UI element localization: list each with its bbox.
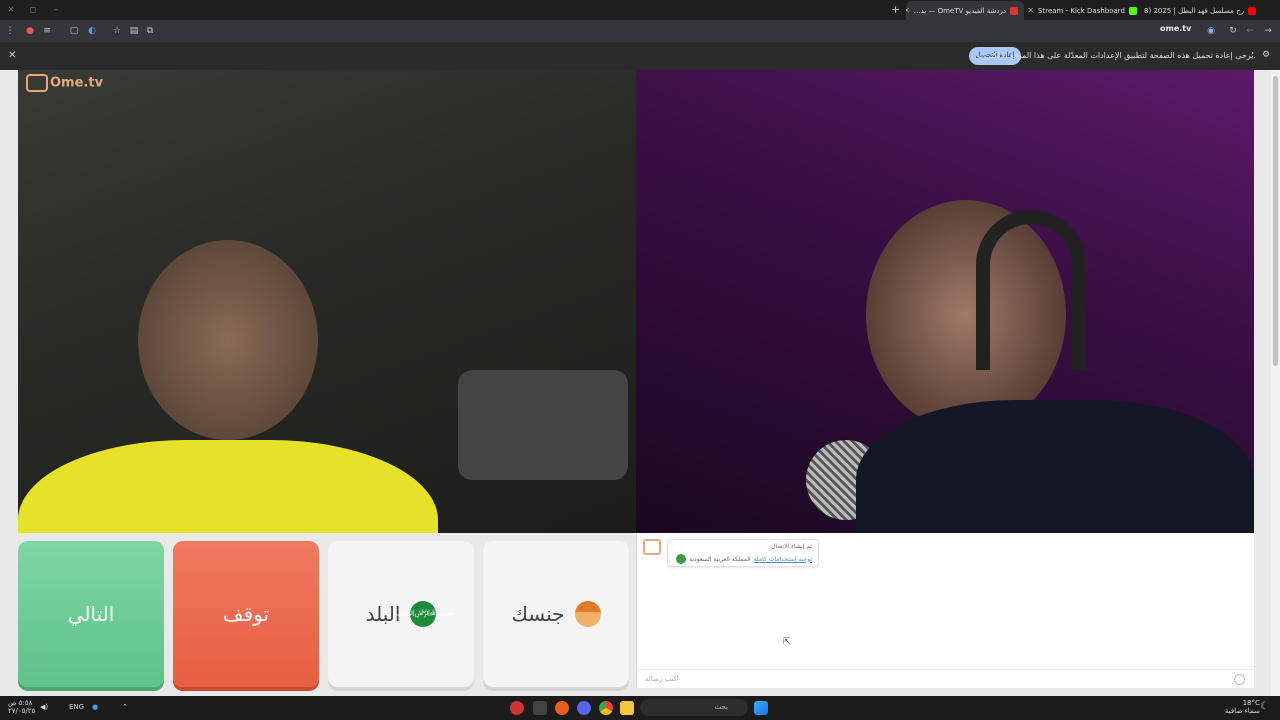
tab-youtube[interactable]: رج مسلسل فهد البطل | 2025 (8) [1144, 1, 1262, 20]
windows-taskbar: ٥:٥٨ ص ٢٧/٠٥/٢٥ ◀) ENG ● ⌃ بحث 18°C سماء ص… [0, 696, 1280, 720]
language-indicator[interactable]: ENG [69, 703, 84, 711]
close-tab-icon[interactable]: ✕ [1027, 6, 1034, 15]
yellow-shirt [18, 440, 438, 533]
guidelines-link[interactable]: توجيه استخدامات كاملة [754, 556, 812, 563]
mouse-cursor-icon: ⇱ [783, 637, 791, 647]
next-button[interactable]: التالي [18, 541, 164, 687]
extension-icon[interactable]: ≡ [41, 25, 53, 37]
weather-widget[interactable]: 18°C سماء صافية [1225, 699, 1260, 715]
extension-icon[interactable]: ◐ [86, 25, 98, 37]
headphones [976, 210, 1086, 370]
tab-label: Stream - Kick Dashboard [1038, 6, 1125, 15]
new-tab-button[interactable]: + [891, 3, 900, 16]
stranger-country: المملكة العربية السعودية [689, 555, 751, 563]
close-infobar-icon[interactable]: ✕ [8, 50, 16, 61]
mail-favicon-icon [1010, 6, 1018, 15]
infobar-message: يُرجى إعادة تحميل هذه الصفحة لتطبيق الإع… [974, 51, 1256, 60]
dark-shirt [856, 400, 1254, 533]
browser-tab-bar: ✕ ◻ – + Stream - Kick Dashboard ✕ دردشة … [0, 0, 1280, 20]
settings-gear-icon: ⚙ [1262, 50, 1271, 60]
tab-ometv[interactable]: دردشة الفيديو OmeTV — بد... ✕ [906, 1, 1024, 20]
minimize-window-icon[interactable]: – [50, 4, 62, 16]
extension-icon[interactable]: ● [24, 25, 36, 37]
close-window-icon[interactable]: ✕ [5, 4, 17, 16]
country-flag-icon [676, 554, 687, 564]
chat-input[interactable]: اكتب رسالة [637, 669, 1255, 688]
install-app-icon[interactable]: ⧉ [144, 25, 156, 37]
forward-icon[interactable]: ← [1244, 25, 1256, 37]
obs-app-icon[interactable] [510, 701, 524, 715]
restore-window-icon[interactable]: ◻ [27, 4, 39, 16]
microphone [458, 370, 628, 480]
taskbar-search[interactable]: بحث [640, 699, 748, 716]
address-bar-url[interactable]: ome.tv [1160, 24, 1191, 33]
reload-icon[interactable]: ↻ [1227, 25, 1239, 37]
stop-button[interactable]: توقف [173, 541, 319, 687]
firefox-app-icon[interactable] [555, 701, 569, 715]
app-icon[interactable] [533, 701, 547, 715]
tab-label: رج مسلسل فهد البطل | 2025 (8) [1144, 6, 1244, 15]
site-settings-icon[interactable]: ◉ [1205, 25, 1217, 37]
country-button[interactable]: البلد ﷽ [328, 541, 474, 687]
discord-app-icon[interactable] [577, 701, 591, 715]
chat-input-placeholder: اكتب رسالة [645, 675, 679, 683]
chrome-app-icon[interactable] [599, 701, 613, 715]
gender-button[interactable]: جنسك [483, 541, 629, 687]
boy-avatar-icon [574, 601, 601, 627]
browser-toolbar: ⋮ ● ≡ ▢ ◐ ☆ ▤ ⧉ ome.tv ◉ ↻ ← → [0, 20, 1280, 42]
moon-weather-icon: ☾ [1260, 701, 1269, 712]
ometv-page: Ome.tv التالي توقف البلد ﷽ جنسك تم إنشاء… [0, 70, 1280, 696]
tab-label: دردشة الفيديو OmeTV — بد... [913, 6, 1006, 15]
tray-overflow-icon[interactable]: ⌃ [122, 703, 128, 711]
mic-icon[interactable]: ● [92, 703, 98, 711]
reading-list-icon[interactable]: ▤ [128, 25, 140, 37]
stranger-video [636, 70, 1254, 533]
notice-text: تم إنشاء الاتصال [771, 543, 812, 550]
reload-infobar: ✕ إعادة التحميل يُرجى إعادة تحميل هذه ال… [0, 42, 1280, 70]
windows-start-icon[interactable] [754, 701, 768, 715]
gender-label: جنسك [511, 602, 565, 626]
scrollbar-thumb[interactable] [1273, 76, 1278, 366]
youtube-favicon-icon [1248, 6, 1256, 15]
ometv-small-logo-icon [643, 539, 661, 555]
tab-kick-dashboard[interactable]: Stream - Kick Dashboard ✕ [1025, 1, 1143, 20]
ometv-logo[interactable]: Ome.tv [26, 74, 103, 92]
bookmark-star-icon[interactable]: ☆ [111, 25, 123, 37]
back-icon[interactable]: → [1262, 25, 1274, 37]
saudi-flag-icon: ﷽ [393, 601, 454, 627]
stop-label: توقف [222, 602, 270, 626]
page-scrollbar[interactable] [1271, 70, 1280, 696]
local-video: Ome.tv [18, 70, 636, 533]
menu-icon[interactable]: ⋮ [4, 25, 16, 37]
chat-panel: تم إنشاء الاتصال توجيه استخدامات كاملة ا… [636, 533, 1255, 688]
volume-icon[interactable]: ◀) [40, 703, 48, 711]
kick-favicon-icon [1129, 6, 1137, 15]
connection-notice: تم إنشاء الاتصال توجيه استخدامات كاملة ا… [667, 539, 819, 567]
clock[interactable]: ٥:٥٨ ص ٢٧/٠٥/٢٥ [8, 699, 35, 715]
puzzle-icon[interactable]: ▢ [68, 25, 80, 37]
emoji-icon[interactable] [1234, 674, 1245, 685]
file-explorer-icon[interactable] [620, 701, 634, 715]
close-tab-icon[interactable]: ✕ [906, 6, 910, 15]
next-label: التالي [67, 602, 115, 626]
person-silhouette [138, 240, 318, 440]
